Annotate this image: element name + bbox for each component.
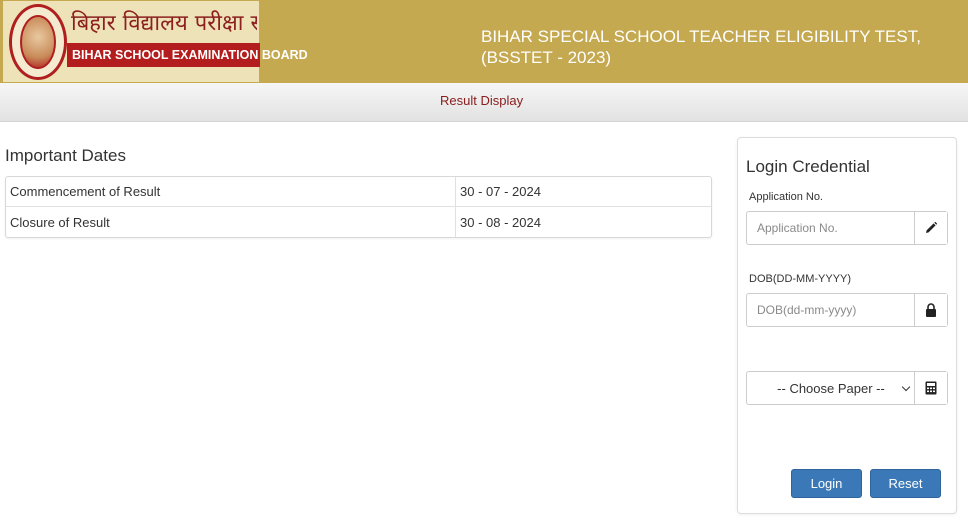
dob-label: DOB(DD-MM-YYYY) [749, 273, 852, 285]
paper-select-group: -- Choose Paper -- [746, 371, 948, 405]
dob-group [746, 293, 948, 327]
logo-hindi-text: बिहार विद्यालय परीक्षा समिति [71, 7, 257, 41]
title-line-1: BIHAR SPECIAL SCHOOL TEACHER ELIGIBILITY… [481, 27, 921, 46]
table-row: Closure of Result 30 - 08 - 2024 [6, 207, 711, 237]
application-no-label: Application No. [749, 191, 823, 203]
bseb-logo: बिहार विद्यालय परीक्षा समिति BIHAR SCHOO… [3, 1, 308, 82]
date-label: Commencement of Result [6, 177, 455, 207]
choose-paper-select[interactable]: -- Choose Paper -- [747, 372, 915, 404]
logo-english-text: BIHAR SCHOOL EXAMINATION BOARD [67, 43, 308, 67]
date-value: 30 - 08 - 2024 [455, 207, 711, 237]
board-seal-emblem [9, 4, 67, 80]
calculator-icon [914, 372, 947, 404]
important-dates-table: Commencement of Result 30 - 07 - 2024 Cl… [5, 176, 712, 238]
date-label: Closure of Result [10, 214, 110, 230]
login-panel: Login Credential Application No. DOB(DD-… [737, 137, 957, 514]
lock-icon [914, 294, 947, 326]
page-title: BIHAR SPECIAL SCHOOL TEACHER ELIGIBILITY… [481, 26, 941, 68]
seal-figure [20, 15, 56, 69]
application-no-group [746, 211, 948, 245]
chevron-down-icon [901, 382, 911, 392]
title-line-2: (BSSTET - 2023) [481, 48, 612, 67]
pencil-icon [914, 212, 947, 244]
nav-bar: Result Display [0, 83, 968, 122]
dob-input[interactable] [747, 294, 915, 326]
table-row: Commencement of Result 30 - 07 - 2024 [6, 177, 711, 207]
important-dates-heading: Important Dates [5, 146, 126, 165]
paper-select-value: -- Choose Paper -- [777, 380, 885, 396]
login-button[interactable]: Login [791, 469, 862, 498]
header-bar: बिहार विद्यालय परीक्षा समिति BIHAR SCHOO… [0, 0, 968, 83]
nav-link-result-display[interactable]: Result Display [440, 93, 523, 108]
application-no-input[interactable] [747, 212, 915, 244]
date-value: 30 - 07 - 2024 [455, 177, 711, 207]
reset-button[interactable]: Reset [870, 469, 941, 498]
login-title: Login Credential [746, 157, 870, 176]
